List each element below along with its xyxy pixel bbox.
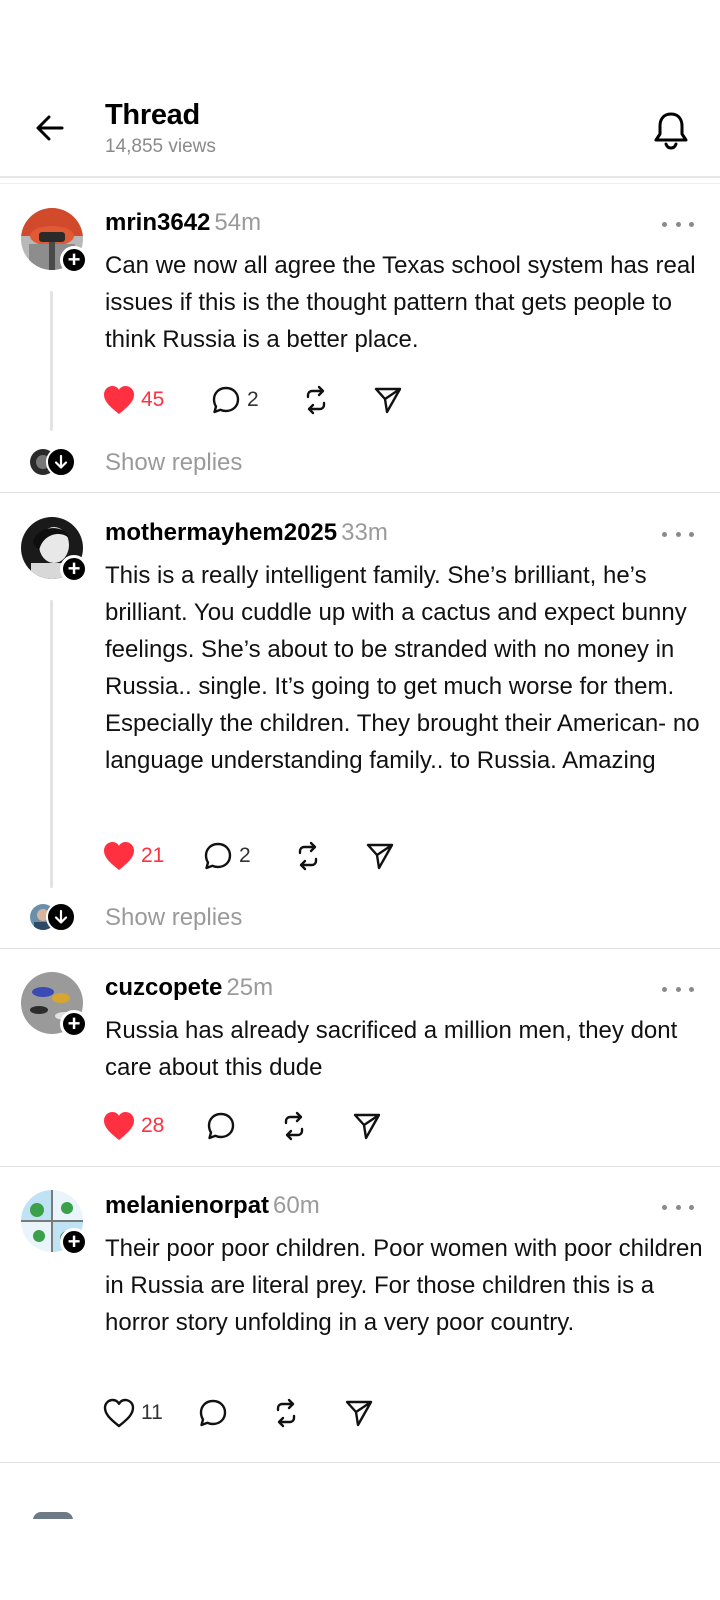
more-options-button[interactable] (662, 979, 694, 999)
reply-button[interactable] (206, 1106, 279, 1146)
post-actions: 45 2 (103, 380, 413, 420)
heart-filled-icon (104, 1112, 134, 1140)
reply-count: 2 (247, 388, 259, 411)
post-text: Russia has already sacrificed a million … (105, 1017, 678, 1081)
share-button[interactable] (352, 1106, 392, 1146)
timestamp: 33m (341, 519, 388, 546)
show-replies-row[interactable]: Show replies (0, 898, 720, 938)
heart-filled-icon (104, 842, 134, 870)
show-replies-row[interactable]: Show replies (0, 443, 720, 483)
follow-plus-icon[interactable]: + (60, 555, 88, 583)
view-count: 14,855 views (105, 136, 216, 157)
post-meta: mothermayhem2025 33m (105, 519, 388, 547)
timestamp: 60m (273, 1192, 320, 1219)
like-button[interactable]: 11 (103, 1393, 198, 1433)
follow-plus-icon[interactable]: + (60, 1010, 88, 1038)
username[interactable]: melanienorpat (105, 1192, 269, 1219)
notifications-button[interactable] (650, 108, 692, 152)
more-options-button[interactable] (662, 214, 694, 234)
comment-icon (199, 1399, 227, 1427)
post-meta: mrin3642 54m (105, 209, 261, 237)
like-button[interactable]: 28 (103, 1106, 206, 1146)
more-options-button[interactable] (662, 1197, 694, 1217)
post-actions: 28 (103, 1106, 392, 1146)
chevron-down-icon (46, 902, 76, 932)
bell-icon (654, 112, 688, 150)
heart-outline-icon (103, 1398, 135, 1428)
chevron-down-icon (46, 447, 76, 477)
like-count: 21 (141, 844, 165, 867)
thread-line (50, 600, 53, 888)
username[interactable]: mothermayhem2025 (105, 519, 337, 546)
post-meta: cuzcopete 25m (105, 974, 273, 1002)
more-options-button[interactable] (662, 524, 694, 544)
like-button[interactable]: 45 (103, 380, 211, 420)
send-icon (366, 843, 394, 870)
share-button[interactable] (373, 380, 413, 420)
post-actions: 21 2 (103, 836, 405, 876)
share-button[interactable] (365, 836, 405, 876)
send-icon (345, 1400, 373, 1427)
repost-icon (276, 1398, 296, 1428)
comment-icon (212, 386, 240, 414)
timestamp: 54m (214, 209, 262, 236)
repost-button[interactable] (293, 836, 365, 876)
follow-plus-icon[interactable]: + (60, 1228, 88, 1256)
thread-header: Thread 14,855 views (0, 0, 720, 178)
username[interactable]: mrin3642 (105, 209, 210, 236)
repost-button[interactable] (301, 380, 373, 420)
like-count: 28 (141, 1114, 165, 1137)
reply-button[interactable]: 2 (203, 836, 293, 876)
send-icon (374, 387, 402, 414)
thread-reply: + melanienorpat 60m Their poor poor child… (0, 1167, 720, 1463)
thread-line (50, 291, 53, 431)
thread-reply: + cuzcopete 25m Russia has already sacrif… (0, 949, 720, 1167)
post-text: Their poor poor children. Poor women wit… (105, 1235, 703, 1336)
arrow-left-icon (36, 115, 64, 141)
page-title: Thread (105, 99, 200, 131)
timestamp: 25m (226, 974, 274, 1001)
repost-icon (284, 1111, 304, 1141)
bottom-area (0, 1519, 720, 1600)
heart-filled-icon (104, 386, 134, 414)
thread-reply: + mothermayhem2025 33m This is a really i… (0, 493, 720, 949)
show-replies-link[interactable]: Show replies (105, 904, 242, 932)
follow-plus-icon[interactable]: + (60, 246, 88, 274)
like-count: 11 (141, 1401, 163, 1424)
reply-count: 2 (239, 844, 251, 867)
header-divider (0, 183, 720, 184)
post-text: Can we now all agree the Texas school sy… (105, 252, 696, 353)
send-icon (353, 1113, 381, 1140)
reply-button[interactable]: 2 (211, 380, 301, 420)
like-button[interactable]: 21 (103, 836, 203, 876)
show-replies-link[interactable]: Show replies (105, 449, 242, 477)
like-count: 45 (141, 388, 165, 411)
title-block: Thread 14,855 views (105, 98, 216, 158)
back-button[interactable] (30, 108, 70, 148)
reply-button[interactable] (198, 1393, 271, 1433)
post-actions: 11 (103, 1393, 384, 1433)
comment-icon (207, 1112, 235, 1140)
repost-icon (306, 385, 326, 415)
repost-icon (298, 841, 318, 871)
comment-icon (204, 842, 232, 870)
post-text: This is a really intelligent family. She… (105, 562, 700, 774)
share-button[interactable] (344, 1393, 384, 1433)
repost-button[interactable] (279, 1106, 352, 1146)
thread-reply: + mrin3642 54m Can we now all agree the T… (0, 185, 720, 493)
username[interactable]: cuzcopete (105, 974, 222, 1001)
post-meta: melanienorpat 60m (105, 1192, 320, 1220)
repost-button[interactable] (271, 1393, 344, 1433)
